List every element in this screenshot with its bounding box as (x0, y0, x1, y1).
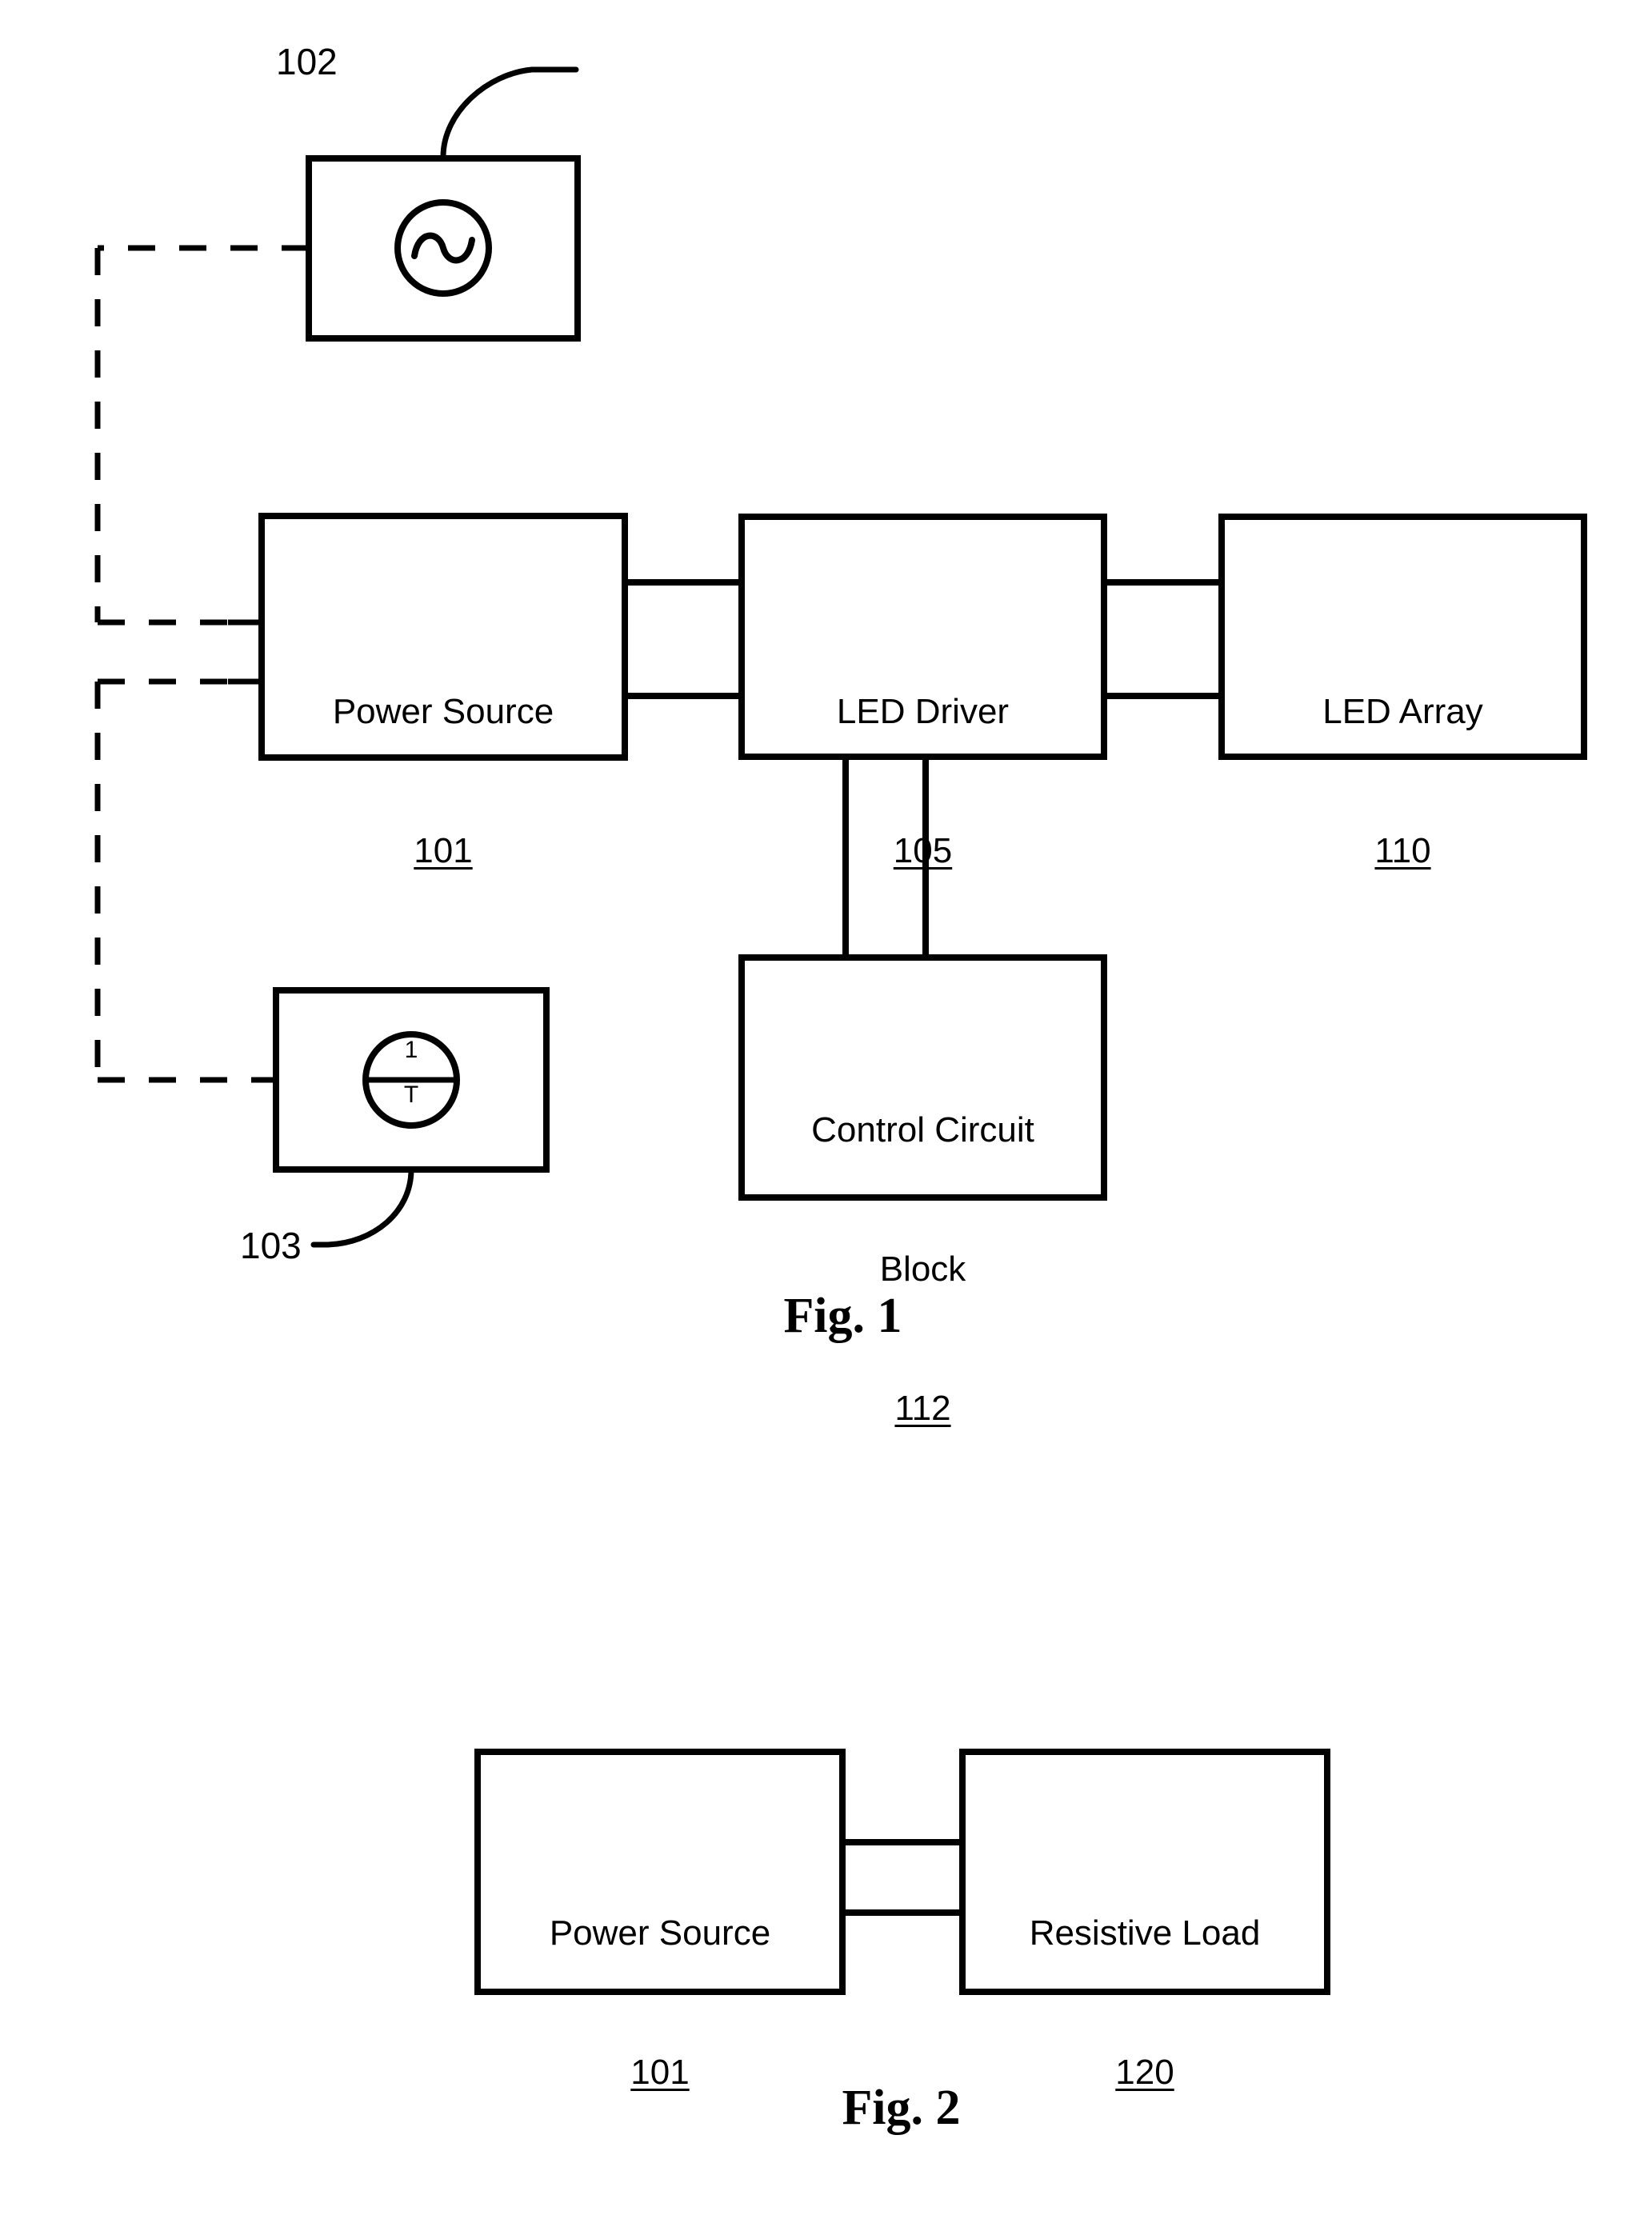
led-array-box (1218, 514, 1587, 760)
led-driver-box (738, 514, 1107, 760)
figure-sheet-canvas (94, 66, 1587, 1995)
control-circuit-block-box (738, 954, 1107, 1201)
connector-power-to-load (842, 1839, 962, 1916)
power-source-box-fig2 (474, 1749, 846, 1995)
figure2-caption: Fig. 2 (842, 2081, 961, 2135)
connector-power-to-driver (625, 579, 742, 699)
ac-sine-source-icon (394, 199, 492, 297)
leader-line-103 (310, 1166, 414, 1248)
ref-label-103: 103 (240, 1225, 302, 1266)
frequency-denominator: T (403, 1082, 419, 1108)
frequency-numerator: 1 (404, 1037, 418, 1063)
figure1-caption: Fig. 1 (783, 1289, 902, 1343)
connector-driver-to-array (1104, 579, 1222, 699)
dashed-bus-lines (94, 245, 309, 1083)
resistive-load-box (959, 1749, 1330, 1995)
power-source-box-fig1 (258, 513, 628, 761)
leader-line-102 (440, 66, 579, 160)
connector-stubs (228, 619, 262, 685)
ref-label-102: 102 (276, 41, 338, 82)
connector-driver-to-control (842, 757, 929, 958)
